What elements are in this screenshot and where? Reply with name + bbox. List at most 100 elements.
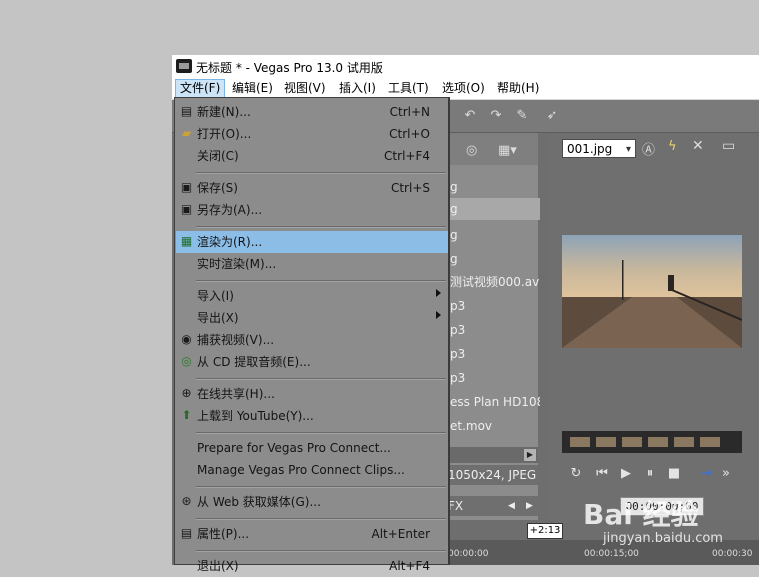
menu-tools[interactable]: 工具(T) (384, 80, 433, 97)
menu-separator (196, 378, 446, 380)
menu-item-label: 导出(X) (197, 311, 239, 325)
menu-separator (196, 280, 446, 282)
menu-item-import[interactable]: 导入(I) (176, 285, 448, 307)
list-item[interactable]: p3 (448, 367, 540, 389)
pause-icon[interactable]: ⏸ (642, 466, 658, 482)
menu-edit[interactable]: 编辑(E) (228, 80, 277, 97)
menu-item-share-online[interactable]: ⊕ 在线共享(H)... (176, 383, 448, 405)
menu-item-label: 导入(I) (197, 289, 234, 303)
menu-item-get-web-media[interactable]: ⊛ 从 Web 获取媒体(G)... (176, 491, 448, 513)
timeline-tick: 00:00:30 (712, 549, 753, 559)
filmstrip[interactable] (562, 431, 742, 453)
menu-separator (196, 172, 446, 174)
save-icon: ▣ (180, 180, 193, 194)
list-item[interactable]: ess Plan HD108 (448, 391, 540, 413)
render-icon: ▦ (180, 234, 193, 248)
list-item[interactable]: g (448, 224, 540, 246)
lightning-icon[interactable]: ϟ (668, 139, 677, 154)
baidu-watermark: Bai 经验 jingyan.baidu.com (583, 487, 753, 549)
film-frame (674, 437, 694, 447)
menu-item-save-as[interactable]: ▣ 另存为(A)... (176, 199, 448, 221)
properties-icon: ▤ (180, 526, 193, 540)
menu-item-shortcut: Ctrl+N (389, 105, 430, 119)
explorer-horizontal-scrollbar[interactable]: ▶ (448, 447, 538, 463)
play-icon[interactable]: ▶ (618, 466, 634, 482)
menu-item-label: 新建(N)... (197, 105, 251, 119)
play-from-start-icon[interactable]: ⏮ (594, 466, 610, 482)
menu-item-prepare-connect[interactable]: Prepare for Vegas Pro Connect... (176, 437, 448, 459)
menu-insert[interactable]: 插入(I) (335, 80, 380, 97)
menu-item-label: 退出(X) (197, 559, 239, 573)
help-pointer-icon[interactable]: ➶ (544, 108, 560, 124)
text-icon[interactable]: Ⓐ (642, 139, 655, 158)
menu-item-label: 属性(P)... (197, 527, 250, 541)
menu-item-realtime-render[interactable]: 实时渲染(M)... (176, 253, 448, 275)
list-item[interactable]: 测试视频000.avi (448, 271, 540, 293)
submenu-arrow-icon (436, 311, 441, 319)
menu-options[interactable]: 选项(O) (438, 80, 489, 97)
menu-item-manage-connect-clips[interactable]: Manage Vegas Pro Connect Clips... (176, 459, 448, 481)
list-item[interactable]: p3 (448, 319, 540, 341)
menu-item-shortcut: Ctrl+O (389, 127, 430, 141)
list-item[interactable]: p3 (448, 343, 540, 365)
menu-item-open[interactable]: ▰ 打开(O)... Ctrl+O (176, 123, 448, 145)
menu-item-render-as[interactable]: ▦ 渲染为(R)... (176, 231, 448, 253)
scroll-right-icon[interactable]: ▶ (526, 496, 533, 516)
menu-item-shortcut: Alt+F4 (389, 559, 430, 573)
menu-item-label: 实时渲染(M)... (197, 257, 277, 271)
menu-item-exit[interactable]: 退出(X) Alt+F4 (176, 555, 448, 577)
film-frame (596, 437, 616, 447)
list-item[interactable]: g (448, 248, 540, 270)
add-to-timeline-icon[interactable]: ⇥ (698, 466, 714, 482)
media-info: 1050x24, JPEG (448, 465, 538, 485)
menu-separator (196, 550, 446, 552)
menu-help[interactable]: 帮助(H) (493, 80, 543, 97)
menu-item-close[interactable]: 关闭(C) Ctrl+F4 (176, 145, 448, 167)
search-icon[interactable]: ◎ (466, 143, 477, 158)
film-frame (648, 437, 668, 447)
list-item[interactable]: et.mov (448, 415, 540, 437)
menu-item-properties[interactable]: ▤ 属性(P)... Alt+Enter (176, 523, 448, 545)
fx-tab[interactable]: FX ◀ ▶ (448, 496, 538, 516)
menu-item-upload-youtube[interactable]: ⬆ 上载到 YouTube(Y)... (176, 405, 448, 427)
close-icon[interactable]: ✕ (692, 138, 704, 154)
cd-icon: ◎ (181, 354, 192, 368)
film-frame (700, 437, 720, 447)
menu-item-label: 从 Web 获取媒体(G)... (197, 495, 321, 509)
scroll-left-icon[interactable]: ◀ (508, 496, 515, 516)
list-item[interactable]: p3 (448, 295, 540, 317)
redo-icon[interactable]: ↷ (488, 108, 504, 124)
menu-item-extract-cd-audio[interactable]: ◎ 从 CD 提取音频(E)... (176, 351, 448, 373)
share-online-icon: ⊕ (181, 386, 192, 400)
views-icon[interactable]: ▦▾ (498, 143, 517, 158)
menu-item-new[interactable]: ▤ 新建(N)... Ctrl+N (176, 101, 448, 123)
menu-separator (196, 226, 446, 228)
menu-item-capture-video[interactable]: ◉ 捕获视频(V)... (176, 329, 448, 351)
list-item[interactable]: g (448, 176, 540, 198)
watermark-logo-text: Bai 经验 (583, 498, 699, 531)
menu-item-label: 从 CD 提取音频(E)... (197, 355, 311, 369)
menu-item-save[interactable]: ▣ 保存(S) Ctrl+S (176, 177, 448, 199)
preview-image (562, 235, 742, 348)
preview-file-select[interactable]: 001.jpg ▾ (562, 139, 636, 158)
menu-view[interactable]: 视图(V) (280, 80, 330, 97)
list-item[interactable]: g (448, 198, 540, 220)
paint-brush-icon[interactable]: ✎ (514, 108, 530, 124)
menu-item-export[interactable]: 导出(X) (176, 307, 448, 329)
new-project-icon: ▤ (180, 104, 193, 118)
undo-icon[interactable]: ↶ (462, 108, 478, 124)
monitor-icon[interactable]: ▭ (722, 138, 735, 154)
timeline-tick: 00:00:15;00 (584, 549, 639, 559)
window-title: 无标题 * - Vegas Pro 13.0 试用版 (196, 61, 383, 75)
save-as-icon: ▣ (180, 202, 193, 216)
web-media-icon: ⊛ (181, 494, 192, 508)
stop-icon[interactable]: ■ (666, 466, 682, 482)
film-frame (622, 437, 642, 447)
scroll-right-icon[interactable]: ▶ (524, 449, 536, 461)
menu-item-label: 捕获视频(V)... (197, 333, 275, 347)
more-icon[interactable]: » (718, 466, 734, 482)
watermark-url: jingyan.baidu.com (603, 531, 723, 546)
loop-icon[interactable]: ↻ (568, 466, 584, 482)
menu-file[interactable]: 文件(F) (175, 79, 226, 98)
chevron-down-icon: ▾ (625, 144, 631, 155)
